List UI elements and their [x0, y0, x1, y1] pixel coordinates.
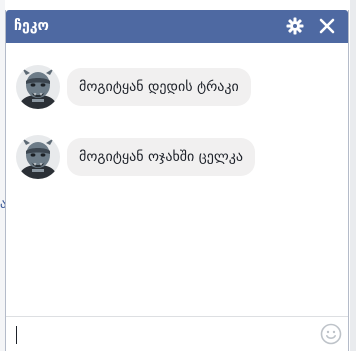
- close-icon[interactable]: [316, 15, 338, 37]
- message-input[interactable]: [12, 321, 316, 349]
- gear-icon[interactable]: [284, 15, 306, 37]
- gargoyle-avatar[interactable]: [16, 65, 60, 109]
- chat-titlebar[interactable]: ჩეკო: [6, 10, 348, 43]
- message-bubble[interactable]: მოგიტყან დედის ტრაკი: [67, 68, 251, 106]
- text-caret: [16, 326, 17, 344]
- chat-window: ჩეკო მოგიტყან დედის ტრაკი მოგიტყან ოჯახშ…: [5, 10, 349, 351]
- message-item: მოგიტყან ოჯახში ცელკა: [16, 135, 336, 179]
- message-item: მოგიტყან დედის ტრაკი: [16, 65, 336, 109]
- message-list[interactable]: მოგიტყან დედის ტრაკი მოგიტყან ოჯახში ცელ…: [6, 43, 348, 313]
- message-composer: [6, 316, 348, 351]
- smiley-icon[interactable]: [320, 323, 342, 345]
- gargoyle-avatar[interactable]: [16, 135, 60, 179]
- chat-title[interactable]: ჩეკო: [14, 17, 49, 35]
- background-scrollbar-track: [350, 0, 356, 351]
- page: ა ჩეკო მოგიტყან დედის ტრაკი მოგიტყან ოჯა…: [0, 0, 356, 351]
- message-bubble[interactable]: მოგიტყან ოჯახში ცელკა: [67, 138, 255, 176]
